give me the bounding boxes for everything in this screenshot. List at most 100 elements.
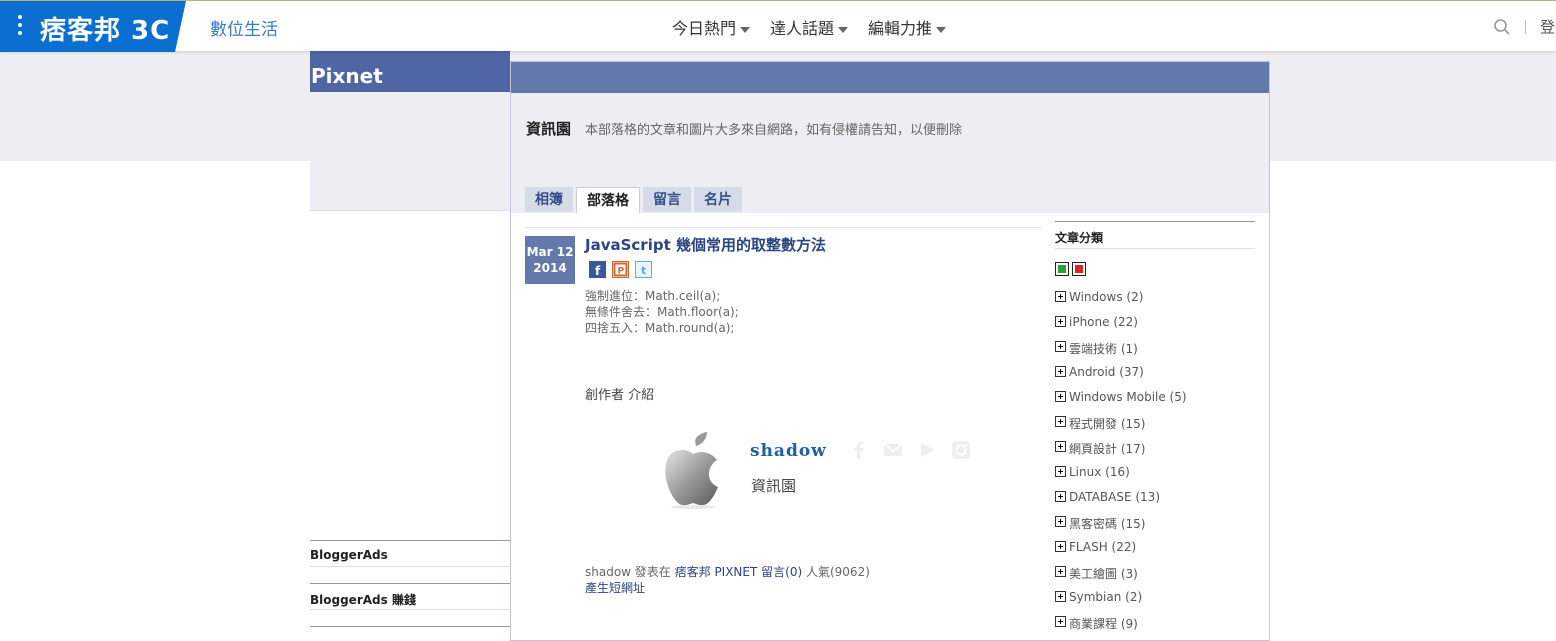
menu-icon[interactable] bbox=[15, 13, 25, 39]
twitter-share-icon[interactable]: t bbox=[635, 261, 652, 278]
expand-plus-icon[interactable] bbox=[1055, 441, 1066, 452]
expand-plus-icon[interactable] bbox=[1055, 391, 1066, 402]
plurk-icon: P bbox=[613, 262, 628, 277]
tree-controls bbox=[1055, 262, 1086, 276]
comments-link[interactable]: 留言(0) bbox=[761, 565, 802, 579]
category-item[interactable]: Windows Mobile (5) bbox=[1055, 390, 1187, 415]
expand-plus-icon[interactable] bbox=[1055, 591, 1066, 602]
post-meta-prefix: shadow 發表在 bbox=[585, 565, 675, 579]
post-body-line: 強制進位：Math.ceil(a); bbox=[585, 289, 721, 303]
post-title[interactable]: JavaScript 幾個常用的取整數方法 bbox=[585, 234, 826, 255]
divider bbox=[1055, 248, 1255, 249]
divider bbox=[525, 227, 1041, 228]
nav-editor-picks-label: 編輯力推 bbox=[868, 19, 933, 38]
category-item[interactable]: 商業課程 (9) bbox=[1055, 615, 1187, 640]
category-label: 網頁設計 (17) bbox=[1069, 442, 1146, 456]
expand-plus-icon[interactable] bbox=[1055, 366, 1066, 377]
category-label: 商業課程 (9) bbox=[1069, 617, 1138, 631]
category-label: 雲端技術 (1) bbox=[1069, 342, 1138, 356]
sidebar-title: 文章分類 bbox=[1055, 231, 1104, 245]
author-name[interactable]: shadow bbox=[750, 441, 827, 461]
twitter-icon: t bbox=[636, 262, 651, 277]
blog-description: 本部落格的文章和圖片大多來自網路，如有侵權請告知，以便刪除 bbox=[585, 123, 963, 138]
post-date-month-day: Mar 12 bbox=[526, 245, 574, 259]
category-item[interactable]: 程式開發 (15) bbox=[1055, 415, 1187, 440]
short-url-link[interactable]: 產生短網址 bbox=[585, 580, 870, 596]
nav-expert-topics[interactable]: 達人話題 bbox=[770, 15, 849, 39]
login-link[interactable]: 登入 bbox=[1540, 16, 1556, 37]
instagram-icon[interactable] bbox=[950, 439, 972, 461]
author-blog-name: 資訊園 bbox=[751, 477, 797, 495]
post-meta-line: shadow 發表在 痞客邦 PIXNET 留言(0) 人氣(9062) bbox=[585, 564, 870, 580]
facebook-icon[interactable] bbox=[848, 439, 870, 461]
tab-profile-card[interactable]: 名片 bbox=[694, 187, 742, 212]
category-item[interactable]: 網頁設計 (17) bbox=[1055, 440, 1187, 465]
caret-down-icon bbox=[740, 26, 751, 33]
category-item[interactable]: 雲端技術 (1) bbox=[1055, 340, 1187, 365]
svg-text:t: t bbox=[641, 264, 646, 277]
category-item[interactable]: Linux (16) bbox=[1055, 465, 1187, 490]
expand-plus-icon[interactable] bbox=[1055, 341, 1066, 352]
tab-guestbook[interactable]: 留言 bbox=[643, 187, 691, 212]
tab-album[interactable]: 相簿 bbox=[525, 187, 573, 212]
expand-plus-icon[interactable] bbox=[1055, 416, 1066, 427]
play-icon[interactable] bbox=[916, 439, 938, 461]
expand-plus-icon[interactable] bbox=[1055, 491, 1066, 502]
category-list: Windows (2) iPhone (22) 雲端技術 (1) Android (3… bbox=[1055, 290, 1187, 640]
panel-header-bar bbox=[511, 62, 1269, 93]
facebook-share-icon[interactable]: f bbox=[589, 261, 606, 278]
category-label: Android (37) bbox=[1069, 365, 1144, 379]
facebook-icon: f bbox=[590, 262, 605, 277]
category-label: Symbian (2) bbox=[1069, 590, 1143, 604]
category-item[interactable]: FLASH (22) bbox=[1055, 540, 1187, 565]
nav-editor-picks[interactable]: 編輯力推 bbox=[868, 15, 947, 39]
blog-name[interactable]: 資訊園 bbox=[526, 118, 571, 139]
nav-hot-today-label: 今日熱門 bbox=[672, 19, 737, 38]
channel-link[interactable]: 數位生活 bbox=[210, 15, 278, 40]
expand-plus-icon[interactable] bbox=[1055, 516, 1066, 527]
search-icon[interactable] bbox=[1493, 18, 1511, 36]
category-item[interactable]: DATABASE (13) bbox=[1055, 490, 1187, 515]
expand-plus-icon[interactable] bbox=[1055, 616, 1066, 627]
divider bbox=[310, 566, 510, 567]
expand-all-icon[interactable] bbox=[1055, 262, 1069, 276]
category-label: Windows Mobile (5) bbox=[1069, 390, 1187, 404]
left-ad-title: BloggerAds bbox=[310, 548, 388, 562]
expand-plus-icon[interactable] bbox=[1055, 466, 1066, 477]
top-navigation-bar: 痞客邦 3C 數位生活 今日熱門 達人話題 編輯力推 登入 bbox=[0, 0, 1556, 52]
plurk-share-icon[interactable]: P bbox=[612, 261, 629, 278]
expand-plus-icon[interactable] bbox=[1055, 291, 1066, 302]
author-avatar-apple-icon[interactable] bbox=[663, 432, 723, 510]
blog-tabs: 相簿 部落格 留言 名片 bbox=[525, 187, 742, 213]
tab-blog[interactable]: 部落格 bbox=[576, 187, 640, 213]
nav-hot-today[interactable]: 今日熱門 bbox=[672, 15, 751, 39]
expand-plus-icon[interactable] bbox=[1055, 316, 1066, 327]
site-link[interactable]: 痞客邦 PIXNET bbox=[675, 565, 758, 579]
category-label: 美工繪圖 (3) bbox=[1069, 567, 1138, 581]
post-body: 強制進位：Math.ceil(a); 無條件舍去：Math.floor(a); … bbox=[585, 288, 739, 336]
author-heading: 創作者 介紹 bbox=[585, 388, 655, 403]
share-buttons: f P t bbox=[589, 261, 652, 278]
category-item[interactable]: 美工繪圖 (3) bbox=[1055, 565, 1187, 590]
category-label: Windows (2) bbox=[1069, 290, 1144, 304]
post-body-line: 四捨五入：Math.round(a); bbox=[585, 321, 735, 335]
category-item[interactable]: 黑客密碼 (15) bbox=[1055, 515, 1187, 540]
category-label: DATABASE (13) bbox=[1069, 490, 1161, 504]
expand-plus-icon[interactable] bbox=[1055, 541, 1066, 552]
category-label: iPhone (22) bbox=[1069, 315, 1138, 329]
left-ad-title: BloggerAds 賺錢 bbox=[310, 593, 416, 607]
svg-text:f: f bbox=[595, 264, 601, 277]
category-item[interactable]: Android (37) bbox=[1055, 365, 1187, 390]
site-logo[interactable]: 痞客邦 3C bbox=[0, 1, 186, 52]
divider bbox=[310, 583, 510, 584]
author-social-icons bbox=[848, 439, 972, 461]
category-item[interactable]: Windows (2) bbox=[1055, 290, 1187, 315]
collapse-all-icon[interactable] bbox=[1072, 262, 1086, 276]
category-item[interactable]: iPhone (22) bbox=[1055, 315, 1187, 340]
category-label: 黑客密碼 (15) bbox=[1069, 517, 1146, 531]
post-meta: shadow 發表在 痞客邦 PIXNET 留言(0) 人氣(9062) 產生短… bbox=[585, 564, 870, 596]
category-item[interactable]: Symbian (2) bbox=[1055, 590, 1187, 615]
category-label: Linux (16) bbox=[1069, 465, 1130, 479]
expand-plus-icon[interactable] bbox=[1055, 566, 1066, 577]
mail-icon[interactable] bbox=[882, 439, 904, 461]
